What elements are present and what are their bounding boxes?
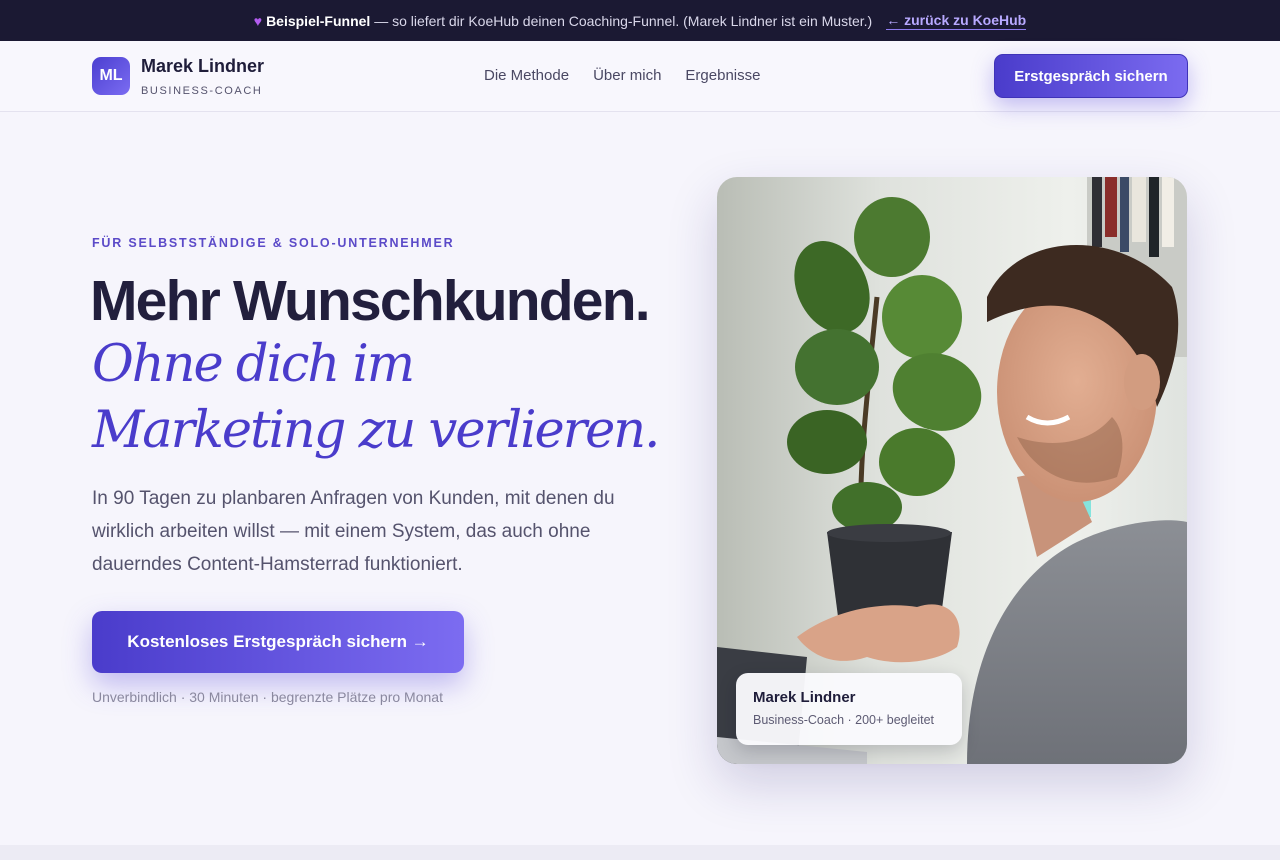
caption-name: Marek Lindner [753, 689, 856, 706]
purple-heart-icon: ♥ [253, 12, 263, 29]
banner-highlight: Beispiel-Funnel [266, 12, 371, 29]
hero-headline-italic: Ohne dich im Marketing zu verlieren. [92, 335, 660, 460]
nav-item-ueber-mich[interactable]: Über mich [593, 67, 661, 84]
header-cta-button[interactable]: Erstgespräch sichern [994, 54, 1188, 98]
caption-role: Business-Coach · 200+ begleitet [753, 713, 935, 727]
back-to-koehub-link[interactable]: ← zurück zu KoeHub [886, 12, 1027, 30]
nav-item-methode[interactable]: Die Methode [484, 67, 569, 84]
photo-caption-card: Marek Lindner Business-Coach · 200+ begl… [736, 673, 962, 745]
hero-cta-button[interactable]: Kostenloses Erstgespräch sichern → [92, 611, 464, 673]
hero-microcopy: Unverbindlich · 30 Minuten · begrenzte P… [92, 689, 443, 705]
brand-subtitle: BUSINESS-COACH [141, 85, 263, 97]
hero-lead: In 90 Tagen zu planbaren Anfragen von Ku… [92, 488, 615, 575]
hero-eyebrow: FÜR SELBSTSTÄNDIGE & SOLO-UNTERNEHMER [92, 236, 455, 250]
nav-item-ergebnisse[interactable]: Ergebnisse [685, 67, 760, 84]
site-header: ML Marek Lindner BUSINESS-COACH Die Meth… [0, 41, 1280, 112]
brand-name[interactable]: Marek Lindner [141, 56, 264, 77]
logo-badge[interactable]: ML [92, 57, 130, 95]
banner-text: ♥ Beispiel-Funnel — so liefert dir KoeHub… [254, 13, 872, 29]
demo-banner: ♥ Beispiel-Funnel — so liefert dir KoeHub… [0, 0, 1280, 41]
hero-headline: Mehr Wunschkunden. [90, 269, 651, 333]
banner-message: — so liefert dir KoeHub deinen Coaching-… [374, 12, 873, 29]
next-section-edge [0, 845, 1280, 860]
main-nav: Die Methode Über mich Ergebnisse [484, 67, 760, 84]
